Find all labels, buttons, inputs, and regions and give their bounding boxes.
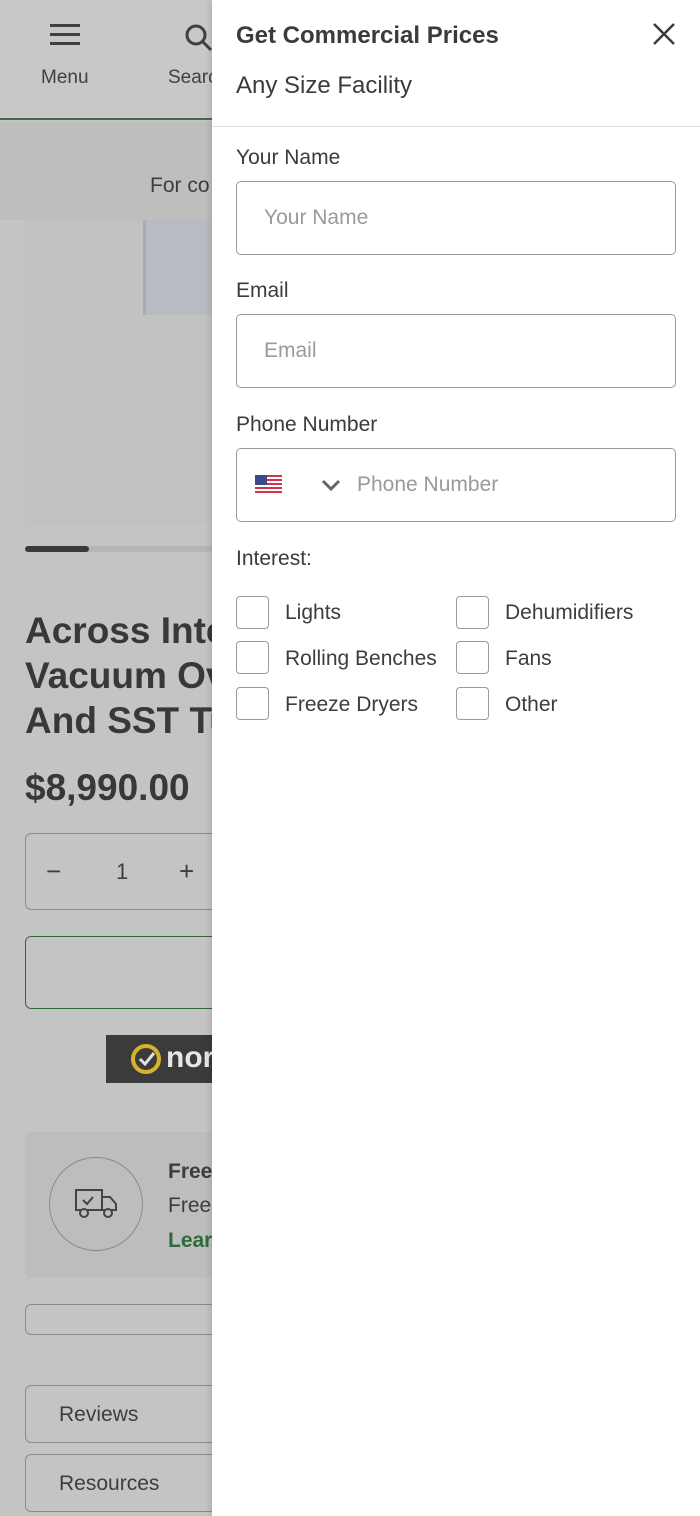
- divider: [212, 126, 700, 127]
- checkbox[interactable]: [456, 596, 489, 629]
- search-icon: [185, 24, 213, 52]
- name-label: Your Name: [236, 146, 341, 169]
- product-title-line: And SST Tu: [25, 700, 232, 741]
- phone-input[interactable]: Phone Number: [236, 448, 676, 522]
- shipping-title: Free: [168, 1160, 213, 1183]
- shipping-subtitle: Free: [168, 1194, 212, 1217]
- tab-label: Resources: [59, 1472, 160, 1495]
- decrement-button[interactable]: −: [46, 856, 61, 887]
- checkbox-label: Freeze Dryers: [285, 693, 419, 716]
- product-title-line: Vacuum Ov: [25, 655, 227, 696]
- phone-label: Phone Number: [236, 413, 378, 436]
- learn-more-link[interactable]: Lear: [168, 1229, 212, 1253]
- checkbox[interactable]: [236, 687, 269, 720]
- checkbox[interactable]: [236, 641, 269, 674]
- interest-label: Interest:: [236, 547, 312, 570]
- us-flag-icon: [255, 475, 282, 495]
- checkbox-label: Lights: [285, 601, 342, 624]
- menu-button[interactable]: Menu: [40, 20, 90, 100]
- commercial-prices-drawer: Get Commercial Prices Any Size Facility …: [212, 0, 700, 1516]
- drawer-title: Get Commercial Prices: [236, 22, 499, 49]
- country-select[interactable]: [255, 474, 345, 498]
- checkbox[interactable]: [456, 687, 489, 720]
- product-price: $8,990.00: [25, 767, 190, 808]
- drawer-subtitle: Any Size Facility: [236, 72, 413, 99]
- norton-text: nor: [166, 1041, 215, 1074]
- hamburger-icon: [50, 24, 80, 45]
- menu-label: Menu: [41, 67, 89, 88]
- checkbox-label: Dehumidifiers: [505, 601, 634, 624]
- norton-check-icon: [131, 1044, 161, 1074]
- email-input[interactable]: Email: [236, 314, 676, 388]
- truck-icon: [75, 1189, 117, 1218]
- name-input[interactable]: Your Name: [236, 181, 676, 255]
- quantity-value[interactable]: 1: [116, 859, 128, 885]
- search-label: Searc: [168, 67, 218, 88]
- name-placeholder: Your Name: [264, 206, 369, 229]
- banner-text: For co: [150, 174, 210, 197]
- chevron-down-icon: [321, 479, 341, 492]
- checkbox-label: Rolling Benches: [285, 647, 437, 670]
- checkbox-label: Fans: [505, 647, 552, 670]
- tab-label: Reviews: [59, 1403, 139, 1426]
- checkbox[interactable]: [456, 641, 489, 674]
- close-icon[interactable]: [652, 22, 676, 46]
- checkbox-label: Other: [505, 693, 558, 716]
- checkbox[interactable]: [236, 596, 269, 629]
- email-label: Email: [236, 279, 289, 302]
- email-placeholder: Email: [264, 339, 317, 362]
- increment-button[interactable]: +: [179, 856, 194, 887]
- product-title-line: Across Inte: [25, 610, 227, 651]
- truck-icon-circle: [49, 1157, 143, 1251]
- carousel-indicator: [25, 546, 89, 552]
- phone-placeholder: Phone Number: [357, 473, 499, 496]
